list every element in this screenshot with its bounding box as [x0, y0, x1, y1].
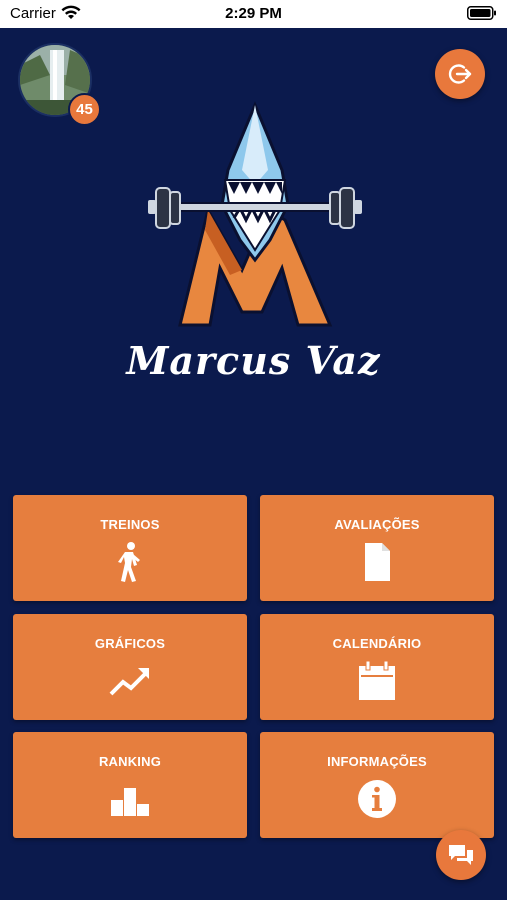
tile-avaliacoes[interactable]: AVALIAÇÕES	[260, 495, 494, 601]
tile-label: CALENDÁRIO	[332, 636, 422, 651]
walking-person-icon	[118, 542, 140, 582]
podium-icon	[111, 788, 149, 816]
status-time: 2:29 PM	[225, 5, 282, 22]
chat-icon	[449, 845, 473, 865]
info-icon	[358, 780, 396, 818]
tile-calendario[interactable]: CALENDÁRIO	[260, 614, 494, 720]
tile-label: INFORMAÇÕES	[327, 754, 427, 769]
tile-ranking[interactable]: RANKING	[13, 732, 247, 838]
tile-label: TREINOS	[100, 517, 160, 532]
tile-label: AVALIAÇÕES	[334, 517, 420, 532]
battery-icon	[467, 6, 496, 20]
trending-up-icon	[109, 668, 149, 696]
tile-informacoes[interactable]: INFORMAÇÕES	[260, 732, 494, 838]
status-bar: Carrier 2:29 PM	[0, 0, 507, 28]
document-icon	[365, 543, 390, 581]
chat-button[interactable]	[436, 830, 486, 880]
tile-label: RANKING	[98, 754, 162, 769]
tile-treinos[interactable]: TREINOS	[13, 495, 247, 601]
brand-name: Marcus Vaz	[126, 338, 381, 383]
logout-button[interactable]	[435, 49, 485, 99]
tile-label: GRÁFICOS	[94, 636, 166, 651]
tile-graficos[interactable]: GRÁFICOS	[13, 614, 247, 720]
calendar-icon	[359, 660, 395, 700]
level-badge: 45	[68, 93, 101, 126]
logout-icon	[448, 64, 472, 84]
brand-logo	[148, 101, 362, 327]
